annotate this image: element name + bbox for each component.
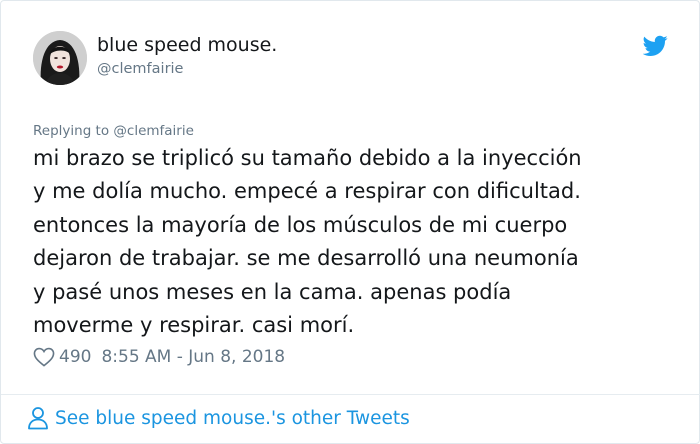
twitter-bird-icon[interactable] (643, 35, 668, 57)
person-icon (28, 407, 48, 430)
heart-icon[interactable] (33, 347, 55, 367)
tweet-timestamp[interactable]: 8:55 AM - Jun 8, 2018 (101, 347, 285, 367)
replying-to[interactable]: Replying to @clemfairie (33, 123, 194, 139)
tweet-text-line: y pasé unos meses en la cama. apenas pod… (33, 279, 512, 304)
see-other-tweets-link[interactable]: See blue speed mouse.'s other Tweets (27, 406, 410, 430)
tweet-text-line: mi brazo se triplicó su tamaño debido a … (33, 146, 582, 170)
display-name[interactable]: blue speed mouse. (97, 34, 277, 56)
tweet-text-line: y me dolía mucho. empecé a respirar con … (33, 179, 581, 204)
tweet-card: blue speed mouse. @clemfairie Replying t… (0, 0, 700, 444)
divider (1, 394, 700, 395)
tweet-text: mi brazo se triplicó su tamaño debido a … (33, 142, 683, 342)
tweet-text-line: entonces la mayoría de los músculos de m… (33, 212, 568, 237)
see-other-tweets-label[interactable]: See blue speed mouse.'s other Tweets (55, 408, 410, 429)
avatar-image (33, 31, 87, 85)
like-count[interactable]: 490 (59, 347, 91, 367)
tweet-meta: 490 8:55 AM - Jun 8, 2018 (33, 345, 285, 369)
user-handle[interactable]: @clemfairie (97, 61, 183, 77)
tweet-text-line: moverme y respirar. casi morí. (33, 313, 355, 338)
tweet-text-line: dejaron de trabajar. se me desarrolló un… (33, 246, 579, 271)
avatar[interactable] (33, 31, 87, 85)
